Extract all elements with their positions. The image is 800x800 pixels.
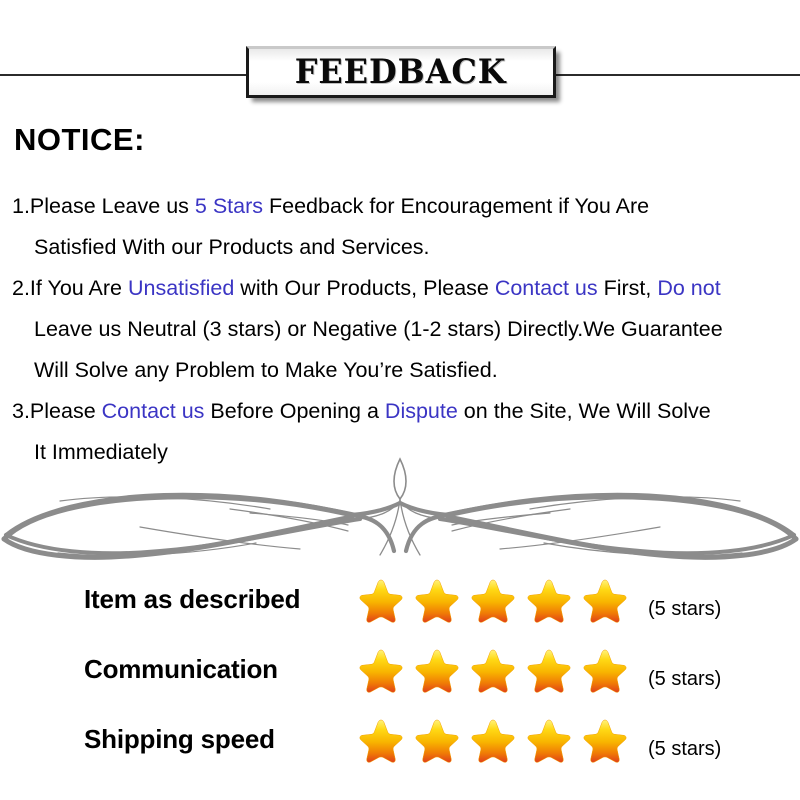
star-icon xyxy=(415,579,459,623)
star-icon xyxy=(415,719,459,763)
notice-highlight[interactable]: Do not xyxy=(657,276,720,300)
star-icon xyxy=(527,649,571,693)
star-icon xyxy=(527,719,571,763)
notice-line: Satisfied With our Products and Services… xyxy=(12,227,800,268)
star-icon xyxy=(415,649,459,693)
star-icon xyxy=(471,649,515,693)
notice-text: Leave us Neutral (3 stars) or Negative (… xyxy=(34,317,723,341)
notice-text: on the Site, We Will Solve xyxy=(457,399,711,423)
star-icon xyxy=(527,579,571,623)
notice-line: Will Solve any Problem to Make You’re Sa… xyxy=(12,350,800,391)
feedback-banner-title: FEEDBACK xyxy=(295,52,507,92)
rating-label: Item as described xyxy=(84,584,301,614)
notice-line: 3.Please Contact us Before Opening a Dis… xyxy=(12,391,800,432)
rating-row: Item as described (5 stars) xyxy=(0,576,800,646)
notice-line: Leave us Neutral (3 stars) or Negative (… xyxy=(12,309,800,350)
banner-rule-left xyxy=(0,74,248,76)
rating-label: Communication xyxy=(84,654,278,684)
notice-list: 1.Please Leave us 5 Stars Feedback for E… xyxy=(12,186,800,473)
feedback-banner-box: FEEDBACK xyxy=(246,46,556,98)
notice-text: Satisfied With our Products and Services… xyxy=(34,235,430,259)
notice-highlight[interactable]: 5 Stars xyxy=(195,194,263,218)
rating-row: Shipping speed (5 stars) xyxy=(0,716,800,786)
star-icon xyxy=(471,719,515,763)
star-icon xyxy=(359,719,403,763)
ornamental-flourish-divider-icon xyxy=(0,455,800,565)
rating-count-label: (5 stars) xyxy=(648,738,722,760)
notice-highlight[interactable]: Contact us xyxy=(102,399,205,423)
rating-count-label: (5 stars) xyxy=(648,598,722,620)
notice-highlight[interactable]: Dispute xyxy=(385,399,458,423)
notice-text: 3.Please xyxy=(12,399,102,423)
star-icon xyxy=(359,649,403,693)
ratings-summary: Item as described (5 stars) Communication (… xyxy=(0,576,800,786)
notice-text: Before Opening a xyxy=(204,399,385,423)
star-icon xyxy=(359,579,403,623)
notice-heading: NOTICE: xyxy=(14,122,145,157)
notice-highlight[interactable]: Contact us xyxy=(495,276,598,300)
rating-stars[interactable] xyxy=(356,576,630,626)
rating-count-label: (5 stars) xyxy=(648,668,722,690)
notice-text: Will Solve any Problem to Make You’re Sa… xyxy=(34,358,498,382)
star-icon xyxy=(471,579,515,623)
star-icon xyxy=(583,719,627,763)
notice-text: 2.If You Are xyxy=(12,276,128,300)
notice-text: with Our Products, Please xyxy=(234,276,495,300)
notice-line: 1.Please Leave us 5 Stars Feedback for E… xyxy=(12,186,800,227)
notice-text: 1.Please Leave us xyxy=(12,194,195,218)
rating-stars[interactable] xyxy=(356,646,630,696)
notice-text: First, xyxy=(597,276,658,300)
rating-stars[interactable] xyxy=(356,716,630,766)
star-icon xyxy=(583,579,627,623)
rating-label: Shipping speed xyxy=(84,724,275,754)
banner-rule-right xyxy=(554,74,800,76)
notice-line: 2.If You Are Unsatisfied with Our Produc… xyxy=(12,268,800,309)
star-icon xyxy=(583,649,627,693)
feedback-banner: FEEDBACK xyxy=(0,42,800,106)
notice-text: Feedback for Encouragement if You Are xyxy=(263,194,650,218)
notice-highlight[interactable]: Unsatisfied xyxy=(128,276,234,300)
rating-row: Communication (5 stars) xyxy=(0,646,800,716)
